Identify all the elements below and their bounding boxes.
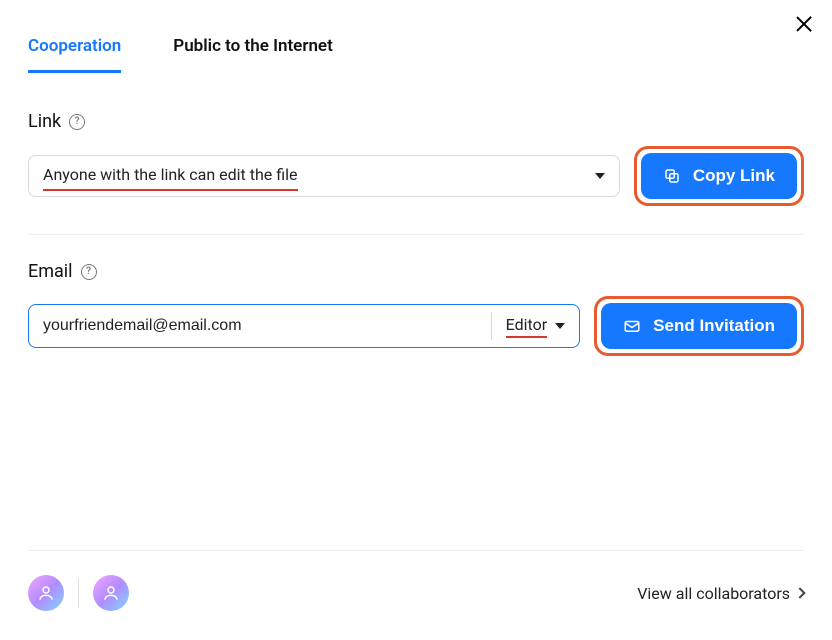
divider — [28, 234, 804, 235]
close-button[interactable] — [794, 14, 814, 34]
mail-icon — [623, 317, 641, 335]
avatar-separator — [78, 578, 79, 608]
tabs: Cooperation Public to the Internet — [28, 36, 804, 73]
chevron-down-icon — [595, 173, 605, 179]
tab-public-internet[interactable]: Public to the Internet — [173, 36, 333, 73]
link-section-label: Link ? — [28, 111, 804, 132]
collaborator-avatars — [28, 575, 129, 611]
email-help-icon[interactable]: ? — [81, 264, 97, 280]
chevron-down-icon — [555, 323, 565, 329]
footer: View all collaborators — [28, 550, 804, 611]
copy-icon — [663, 167, 681, 185]
copy-link-highlight: Copy Link — [634, 146, 804, 206]
chevron-right-icon — [794, 587, 805, 598]
view-all-collaborators-link[interactable]: View all collaborators — [637, 584, 804, 603]
avatar[interactable] — [93, 575, 129, 611]
link-permission-select[interactable]: Anyone with the link can edit the file — [28, 155, 620, 197]
email-label-text: Email — [28, 261, 73, 282]
send-invitation-highlight: Send Invitation — [594, 296, 804, 356]
send-invitation-button[interactable]: Send Invitation — [601, 303, 797, 349]
copy-link-label: Copy Link — [693, 166, 775, 186]
permission-value: Editor — [506, 314, 547, 338]
copy-link-button[interactable]: Copy Link — [641, 153, 797, 199]
email-section-label: Email ? — [28, 261, 804, 282]
link-permission-value: Anyone with the link can edit the file — [43, 161, 298, 191]
email-input[interactable] — [43, 305, 491, 347]
link-help-icon[interactable]: ? — [69, 114, 85, 130]
tab-cooperation[interactable]: Cooperation — [28, 36, 121, 73]
share-panel: Cooperation Public to the Internet Link … — [0, 0, 832, 356]
email-input-container: Editor — [28, 304, 580, 348]
footer-divider — [28, 550, 804, 551]
view-all-label: View all collaborators — [637, 584, 790, 603]
link-label-text: Link — [28, 111, 61, 132]
avatar[interactable] — [28, 575, 64, 611]
send-invitation-label: Send Invitation — [653, 316, 775, 336]
permission-select[interactable]: Editor — [491, 312, 575, 340]
